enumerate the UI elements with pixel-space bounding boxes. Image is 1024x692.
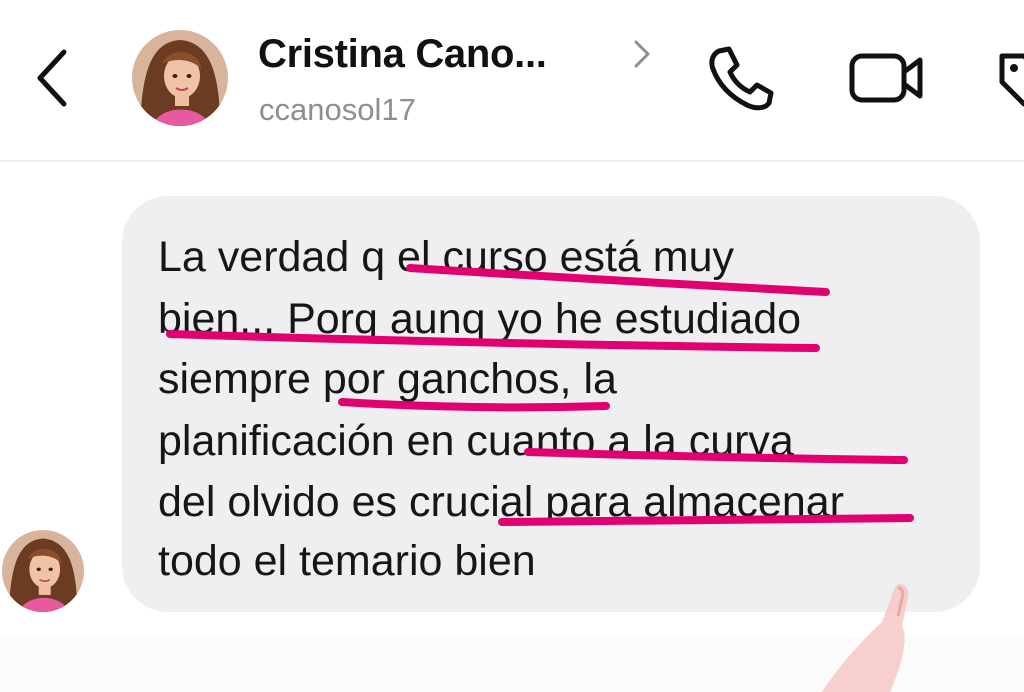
sender-avatar[interactable]: [2, 530, 84, 612]
message-line: La verdad q el curso está muy: [158, 233, 735, 281]
chevron-left-icon: [37, 49, 67, 107]
contact-avatar[interactable]: [132, 30, 228, 126]
call-button[interactable]: [698, 40, 782, 116]
contact-name[interactable]: Cristina Cano...: [258, 32, 547, 77]
message-line: planificación en cuanto a la curva: [158, 417, 794, 465]
message-line: bien... Porq aunq yo he estudiado: [158, 295, 802, 343]
message-line: del olvido es crucial para almacenar: [158, 478, 844, 526]
chat-screen: Cristina Cano... ccanosol17 La verdad q …: [0, 0, 1024, 692]
phone-icon: [709, 46, 774, 111]
video-camera-icon: [849, 53, 923, 103]
message-line: todo el temario bien: [158, 537, 536, 585]
tag-button[interactable]: [990, 40, 1024, 116]
pointing-hand-icon: [822, 584, 909, 692]
contact-handle: ccanosol17: [259, 92, 416, 127]
chat-header: Cristina Cano... ccanosol17: [0, 0, 1024, 160]
video-call-button[interactable]: [842, 40, 932, 116]
chevron-right-icon[interactable]: [630, 38, 654, 70]
message-line: siempre por ganchos, la: [158, 355, 617, 403]
tag-icon: [999, 53, 1024, 107]
back-button[interactable]: [22, 40, 82, 116]
header-divider: [0, 160, 1024, 162]
